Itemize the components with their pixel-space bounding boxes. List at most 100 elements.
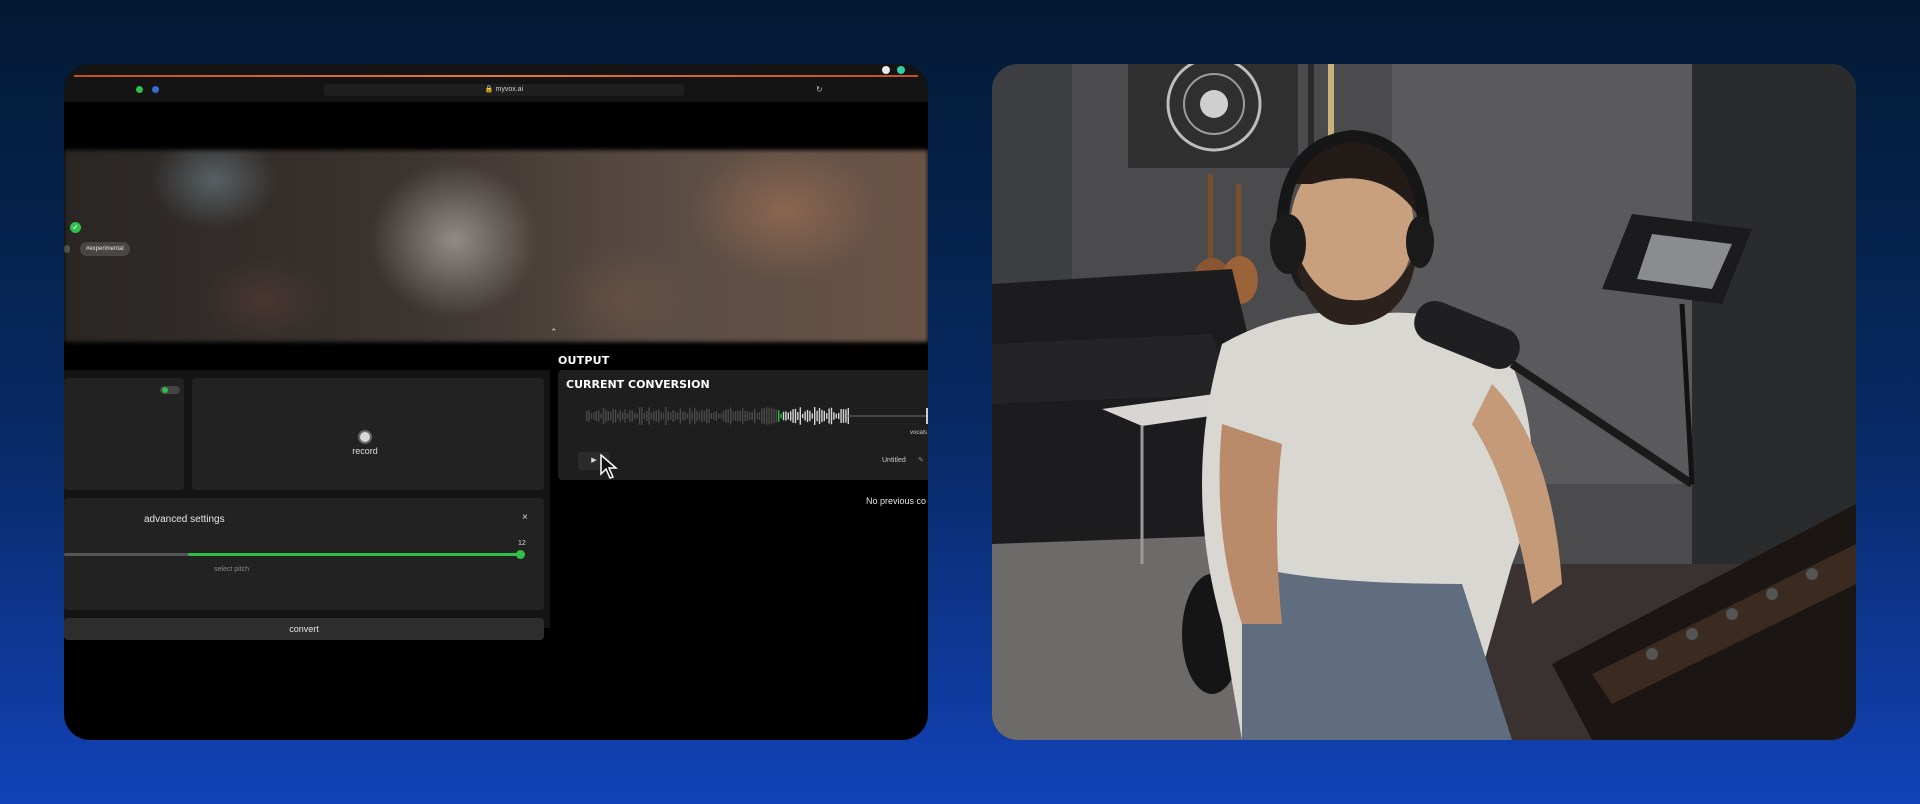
waveform-bar <box>780 413 782 419</box>
waveform-end-marker <box>926 408 928 424</box>
waveform-bar <box>778 410 780 422</box>
waveform-bar <box>650 412 653 420</box>
waveform-bar <box>631 410 633 422</box>
pitch-value: 12 <box>518 540 526 547</box>
check-icon: ✓ <box>70 222 81 233</box>
waveform-bar <box>751 412 753 420</box>
browser-toolbar: 🔒 myvox.ai ↻ <box>64 64 928 102</box>
waveform-bar <box>770 407 773 425</box>
waveform-bar <box>811 413 813 419</box>
waveform-bar <box>744 410 746 422</box>
waveform-bar <box>660 412 662 420</box>
waveform-bar <box>694 407 696 425</box>
waveform-bar <box>746 410 749 422</box>
convert-button[interactable]: convert <box>64 618 544 640</box>
file-name[interactable]: Untitled <box>882 457 906 464</box>
waveform-bar <box>756 413 758 419</box>
output-heading: OUTPUT <box>558 354 610 367</box>
voice-toggle[interactable] <box>160 386 180 394</box>
waveform-bar <box>612 408 614 424</box>
waveform-bar <box>626 412 629 420</box>
waveform-bar <box>806 409 809 423</box>
waveform-bar <box>598 410 600 422</box>
url-text: myvox.ai <box>495 86 524 93</box>
waveform-bar <box>658 409 660 423</box>
waveform-bar <box>619 410 621 422</box>
waveform-bar <box>641 407 643 425</box>
waveform-bar <box>677 412 679 420</box>
waveform-bar <box>679 408 681 424</box>
waveform-bar <box>684 411 686 421</box>
tag-chip-partial[interactable] <box>64 245 70 253</box>
waveform-bar <box>595 410 597 422</box>
waveform-bar <box>845 409 847 423</box>
waveform-bar <box>720 413 722 419</box>
waveform-bar <box>674 411 677 421</box>
waveform-bar <box>701 409 703 423</box>
waveform-bar <box>790 411 792 421</box>
waveform-bar <box>646 410 648 422</box>
waveform-bar <box>734 410 737 422</box>
current-conversion-title: CURRENT CONVERSION <box>566 378 710 391</box>
wall-tapestry <box>1128 64 1298 168</box>
waveform-bar <box>667 410 669 422</box>
webcam-feed <box>992 64 1856 740</box>
waveform-bar <box>804 411 806 421</box>
sidebar-toggle-icon[interactable] <box>152 86 159 93</box>
waveform-bar <box>593 412 595 420</box>
voice-card[interactable] <box>64 378 184 490</box>
extension-icon[interactable] <box>882 66 890 74</box>
waveform-bar <box>826 413 828 419</box>
waveform-bar <box>823 410 825 422</box>
waveform-bar <box>838 412 840 420</box>
waveform-bar <box>605 409 607 423</box>
waveform-bar <box>730 407 732 425</box>
waveform-bar <box>617 413 619 419</box>
waveform-bar <box>655 410 657 422</box>
waveform-bar <box>691 412 693 420</box>
extension-icon-2[interactable] <box>897 66 905 74</box>
waveform-bar <box>818 407 821 425</box>
lock-icon: 🔒 <box>484 86 494 93</box>
waveform-bar <box>758 412 761 420</box>
waveform-bar <box>799 407 801 425</box>
close-icon[interactable]: × <box>522 512 528 523</box>
tab-strip <box>74 75 918 77</box>
waveform-bar <box>622 412 624 420</box>
tag-chip[interactable]: #experimental <box>80 242 130 256</box>
toggle-knob <box>162 387 168 393</box>
waveform-bar <box>802 413 804 419</box>
waveform-bar <box>634 412 636 420</box>
pitch-slider-thumb[interactable] <box>516 550 525 559</box>
waveform-bar <box>821 409 823 423</box>
waveform-bar <box>722 411 725 421</box>
waveform-bar <box>713 412 715 420</box>
waveform-bar <box>727 409 729 423</box>
waveform-bar <box>761 408 763 424</box>
waveform-bar <box>662 412 665 420</box>
favicon-icon[interactable] <box>136 86 143 93</box>
waveform-bar <box>665 407 667 425</box>
waveform-bar <box>814 407 816 425</box>
record-card[interactable]: record <box>192 378 544 490</box>
webcam-photo <box>992 64 1856 740</box>
waveform-bar <box>636 413 638 419</box>
pencil-icon[interactable]: ✎ <box>918 456 924 464</box>
address-bar[interactable]: 🔒 myvox.ai <box>324 84 684 96</box>
pitch-slider[interactable] <box>64 550 525 559</box>
pitch-slider-fill <box>188 553 520 556</box>
hero-banner <box>64 150 928 342</box>
waveform-bar <box>737 410 739 422</box>
waveform-bar <box>773 408 775 424</box>
waveform-bar <box>610 412 612 420</box>
record-icon[interactable] <box>358 430 372 444</box>
waveform-bar <box>643 413 645 419</box>
waveform-bar <box>614 409 617 423</box>
waveform[interactable] <box>586 404 928 428</box>
reload-icon[interactable]: ↻ <box>816 86 824 94</box>
screen-share-panel: 🔒 myvox.ai ↻ ✓ #experimental ⌃ record ad… <box>64 64 928 740</box>
waveform-bar <box>775 409 777 423</box>
waveform-bar <box>732 411 734 421</box>
waveform-bar <box>718 413 720 419</box>
chevron-up-icon[interactable]: ⌃ <box>550 327 558 338</box>
